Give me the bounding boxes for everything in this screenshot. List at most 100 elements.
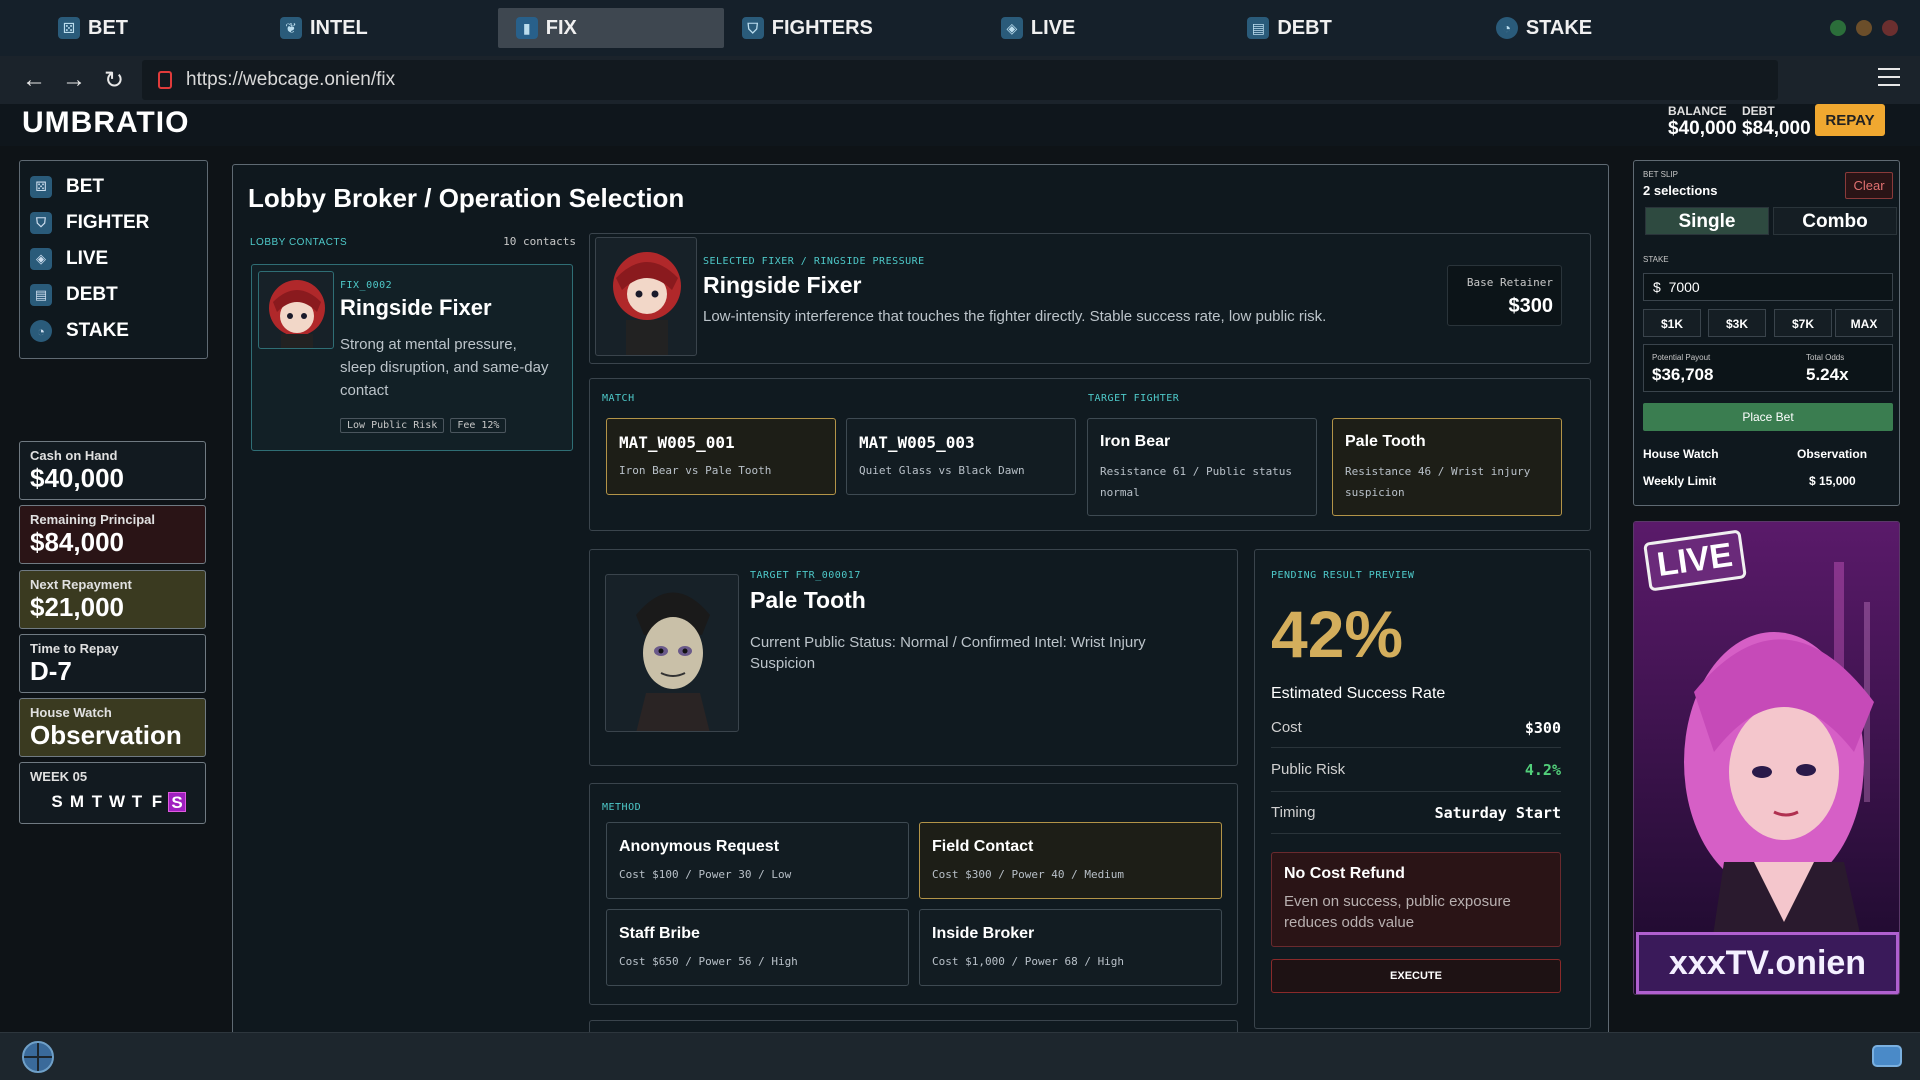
- debt-stat: DEBT $84,000: [1742, 104, 1811, 140]
- execute-button[interactable]: EXECUTE: [1271, 959, 1561, 993]
- method-staff-bribe[interactable]: Staff Bribe Cost $650 / Power 56 / High: [606, 909, 909, 986]
- stake-max-button[interactable]: MAX: [1835, 309, 1893, 337]
- risk-value: 4.2%: [1524, 760, 1561, 779]
- debt-value: $84,000: [1742, 118, 1811, 139]
- stake-value: 7000: [1668, 279, 1700, 295]
- cost-label: Cost: [1271, 719, 1302, 736]
- method-anonymous-request[interactable]: Anonymous Request Cost $100 / Power 30 /…: [606, 822, 909, 899]
- fighter-card-pale-tooth[interactable]: Pale Tooth Resistance 46 / Wrist injury …: [1332, 418, 1562, 516]
- url-field[interactable]: https://webcage.onien/fix: [142, 60, 1778, 100]
- method-desc: Cost $300 / Power 40 / Medium: [932, 868, 1125, 881]
- match-card-001[interactable]: MAT_W005_001 Iron Bear vs Pale Tooth: [606, 418, 836, 495]
- next-repayment-card: Next Repayment $21,000: [19, 570, 206, 629]
- week-card: WEEK 05 S M T W T F S: [19, 762, 206, 824]
- lock-icon: [158, 71, 172, 89]
- reload-icon[interactable]: ↻: [94, 60, 134, 100]
- debt-label: DEBT: [1742, 104, 1775, 118]
- contact-card[interactable]: FIX_0002 Ringside Fixer Strong at mental…: [251, 264, 573, 451]
- brand-text: xxxTV.onien: [1668, 943, 1867, 982]
- pie-icon: ◔: [1495, 17, 1518, 39]
- place-bet-button[interactable]: Place Bet: [1643, 403, 1893, 431]
- fighter-card-iron-bear[interactable]: Iron Bear Resistance 61 / Public status …: [1087, 418, 1317, 516]
- retainer-label: Base Retainer: [1466, 276, 1553, 289]
- method-inside-broker[interactable]: Inside Broker Cost $1,000 / Power 68 / H…: [919, 909, 1222, 986]
- contact-id: FIX_0002: [340, 280, 393, 291]
- currency-symbol: $: [1653, 279, 1661, 295]
- house-watch-label: House Watch: [30, 705, 112, 720]
- hamburger-menu-icon[interactable]: [1878, 68, 1900, 86]
- maximize-dot[interactable]: [1856, 20, 1872, 36]
- day-mon: M: [69, 792, 85, 811]
- success-rate-label: Estimated Success Rate: [1271, 685, 1446, 702]
- next-repayment-value: $21,000: [30, 592, 124, 622]
- sidebar-item-stake[interactable]: ◔ STAKE: [20, 313, 207, 349]
- bet-slip-panel: BET SLIP 2 selections Clear Single Combo…: [1633, 160, 1900, 506]
- selected-fixer-panel: SELECTED FIXER / RINGSIDE PRESSURE Rings…: [589, 233, 1591, 364]
- tab-fix[interactable]: ▮ FIX: [497, 8, 724, 48]
- combo-toggle[interactable]: Combo: [1773, 207, 1897, 235]
- house-watch-value: Observation: [30, 720, 182, 750]
- match-card-003[interactable]: MAT_W005_003 Quiet Glass vs Black Dawn: [846, 418, 1076, 495]
- stake-3k-button[interactable]: $3K: [1708, 309, 1766, 337]
- fee-tag: Fee 12%: [450, 418, 507, 433]
- stake-input[interactable]: $ 7000: [1643, 273, 1893, 301]
- time-to-repay-card: Time to Repay D-7: [19, 634, 206, 693]
- stake-label: STAKE: [1643, 255, 1669, 264]
- method-name: Field Contact: [932, 838, 1034, 855]
- clear-button[interactable]: Clear: [1845, 172, 1893, 199]
- tab-label: STAKE: [1525, 16, 1593, 39]
- tab-fighters[interactable]: ⛉ FIGHTERS: [724, 8, 891, 48]
- live-stream-ad[interactable]: LIVE xxxTV.onien: [1633, 521, 1900, 995]
- risk-row: Public Risk 4.2%: [1271, 748, 1561, 792]
- timing-row: Timing Saturday Start: [1271, 792, 1561, 834]
- target-panel: TARGET FTR_000017 Pale Tooth Current Pub…: [589, 549, 1238, 766]
- sidebar-item-label: FIGHTER: [66, 212, 150, 233]
- door-icon: ▮: [515, 17, 538, 39]
- day-sun: S: [51, 792, 63, 811]
- target-kicker: TARGET FTR_000017: [750, 570, 861, 581]
- tab-bet[interactable]: ⚄ BET: [40, 8, 146, 48]
- principal-label: Remaining Principal: [30, 512, 155, 527]
- tab-live[interactable]: ◈ LIVE: [983, 8, 1093, 48]
- address-bar: ← → ↻ https://webcage.onien/fix: [0, 56, 1920, 104]
- ledger-icon: ▤: [30, 284, 52, 306]
- house-watch-card: House Watch Observation: [19, 698, 206, 757]
- globe-icon[interactable]: [22, 1041, 54, 1073]
- single-toggle[interactable]: Single: [1645, 207, 1769, 235]
- cost-value: $300: [1524, 718, 1561, 737]
- match-name: MAT_W005_001: [619, 433, 735, 452]
- sidebar-item-label: LIVE: [66, 248, 109, 269]
- back-arrow-icon[interactable]: ←: [14, 60, 54, 100]
- selected-fixer-desc: Low-intensity interference that touches …: [703, 308, 1327, 325]
- camera-icon: ◈: [30, 248, 52, 270]
- method-name: Inside Broker: [932, 925, 1035, 942]
- payout-box: Potential Payout $36,708 Total Odds 5.24…: [1643, 344, 1893, 392]
- pie-icon: ◔: [30, 320, 52, 342]
- method-field-contact[interactable]: Field Contact Cost $300 / Power 40 / Med…: [919, 822, 1222, 899]
- retainer-value: $300: [1508, 295, 1554, 317]
- sidebar-item-fighter[interactable]: ⛉ FIGHTER: [20, 205, 207, 241]
- selected-fixer-avatar: [595, 237, 697, 356]
- close-dot[interactable]: [1882, 20, 1898, 36]
- window-controls: [1830, 20, 1898, 36]
- preview-kicker: PENDING RESULT PREVIEW: [1271, 570, 1415, 581]
- sidebar-item-debt[interactable]: ▤ DEBT: [20, 277, 207, 313]
- sidebar-item-bet[interactable]: ⚄ BET: [20, 169, 207, 205]
- sidebar-item-live[interactable]: ◈ LIVE: [20, 241, 207, 277]
- forward-arrow-icon[interactable]: →: [54, 60, 94, 100]
- match-desc: Iron Bear vs Pale Tooth: [619, 464, 772, 477]
- day-wed: W: [108, 792, 126, 811]
- balance-stat: BALANCE $40,000: [1668, 104, 1737, 140]
- result-preview-panel: PENDING RESULT PREVIEW 42% Estimated Suc…: [1254, 549, 1591, 1029]
- tab-stake[interactable]: ◔ STAKE: [1478, 8, 1610, 48]
- tab-intel[interactable]: ❦ INTEL: [262, 8, 386, 48]
- chat-icon[interactable]: [1872, 1045, 1902, 1067]
- principal-card: Remaining Principal $84,000: [19, 505, 206, 564]
- main-panel: Lobby Broker / Operation Selection LOBBY…: [232, 164, 1609, 1050]
- tab-debt[interactable]: ▤ DEBT: [1229, 8, 1349, 48]
- sidebar: ⚄ BET ⛉ FIGHTER ◈ LIVE ▤ DEBT ◔ STAKE: [19, 160, 208, 359]
- minimize-dot[interactable]: [1830, 20, 1846, 36]
- stake-7k-button[interactable]: $7K: [1774, 309, 1832, 337]
- repay-button[interactable]: REPAY: [1815, 104, 1885, 136]
- stake-1k-button[interactable]: $1K: [1643, 309, 1701, 337]
